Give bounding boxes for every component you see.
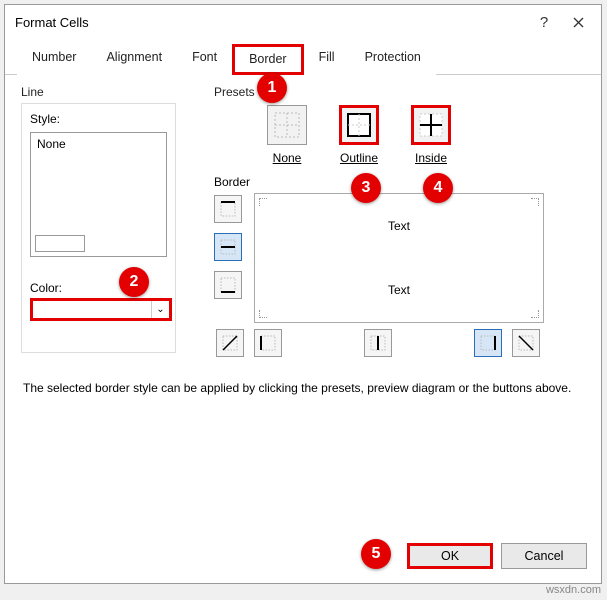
dialog-title: Format Cells <box>15 15 527 30</box>
tab-protection[interactable]: Protection <box>350 44 436 75</box>
tab-number[interactable]: Number <box>17 44 91 75</box>
titlebar: Format Cells ? <box>5 5 601 39</box>
tab-alignment[interactable]: Alignment <box>91 44 177 75</box>
close-button[interactable] <box>561 8 595 36</box>
line-group-label: Line <box>21 85 176 99</box>
preset-none[interactable]: None <box>258 105 316 165</box>
border-group-label: Border <box>214 175 585 189</box>
tab-fill[interactable]: Fill <box>304 44 350 75</box>
format-cells-dialog: Format Cells ? Number Alignment Font Bor… <box>4 4 602 584</box>
border-inner-v-button[interactable] <box>364 329 392 357</box>
close-icon <box>573 17 584 28</box>
preset-outline-icon <box>339 105 379 145</box>
border-left-button[interactable] <box>254 329 282 357</box>
color-dropdown[interactable]: ⌄ <box>30 298 172 321</box>
ok-button[interactable]: OK <box>407 543 493 569</box>
preset-none-label: None <box>258 151 316 165</box>
callout-4: 4 <box>423 173 453 203</box>
border-top-button[interactable] <box>214 195 242 223</box>
tab-font[interactable]: Font <box>177 44 232 75</box>
tab-border[interactable]: Border <box>232 44 304 75</box>
preset-outline[interactable]: Outline <box>330 105 388 165</box>
watermark: wsxdn.com <box>546 584 601 596</box>
cancel-button[interactable]: Cancel <box>501 543 587 569</box>
border-diag-up-button[interactable] <box>216 329 244 357</box>
chevron-down-icon: ⌄ <box>151 301 169 318</box>
preset-inside-label: Inside <box>402 151 460 165</box>
border-right-button[interactable] <box>474 329 502 357</box>
preview-text-1: Text <box>388 219 410 233</box>
callout-3: 3 <box>351 173 381 203</box>
preset-inside[interactable]: Inside <box>402 105 460 165</box>
style-swatch <box>35 235 85 252</box>
border-diag-down-button[interactable] <box>512 329 540 357</box>
tab-bar: Number Alignment Font Border Fill Protec… <box>5 43 601 75</box>
border-preview[interactable]: Text Text <box>254 193 544 323</box>
hint-text: The selected border style can be applied… <box>21 381 585 395</box>
callout-2: 2 <box>119 267 149 297</box>
border-bottom-button[interactable] <box>214 271 242 299</box>
help-button[interactable]: ? <box>527 8 561 36</box>
style-label: Style: <box>30 112 60 126</box>
preset-none-icon <box>267 105 307 145</box>
border-inner-h-button[interactable] <box>214 233 242 261</box>
style-list[interactable]: None <box>30 132 167 257</box>
preview-text-2: Text <box>388 283 410 297</box>
style-value: None <box>37 137 66 151</box>
callout-5: 5 <box>361 539 391 569</box>
callout-1: 1 <box>257 73 287 103</box>
preset-outline-label: Outline <box>330 151 388 165</box>
preset-inside-icon <box>411 105 451 145</box>
